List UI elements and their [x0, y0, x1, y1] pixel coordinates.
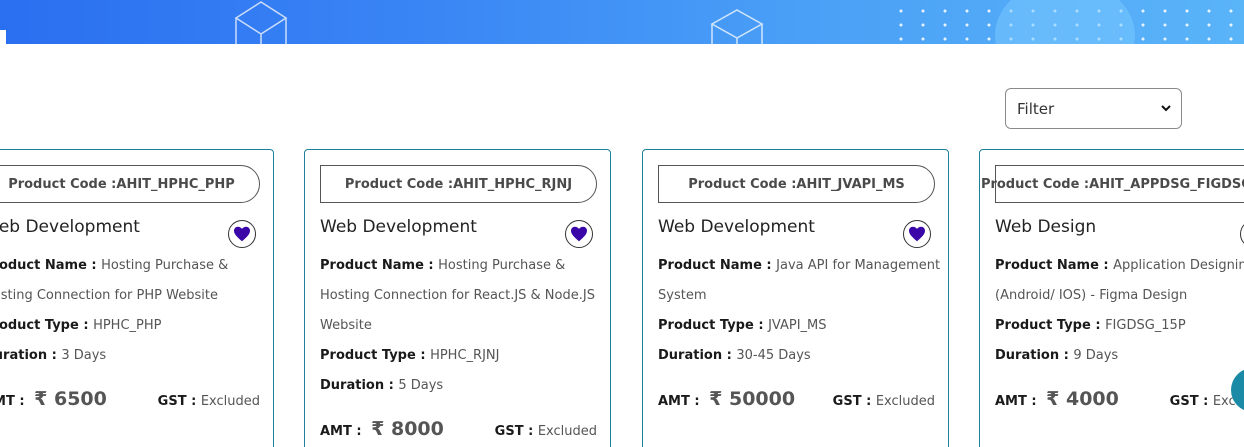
product-code-value: AHIT_JVAPI_MS	[796, 176, 905, 192]
product-type-value: HPHC_PHP	[93, 318, 162, 333]
amount-value: 4000	[1065, 388, 1119, 410]
card-category-title: Web Design	[995, 217, 1097, 237]
product-details: Product Name : Java API for Management S…	[658, 258, 941, 363]
product-card: Product Code : AHIT_JVAPI_MS Web Develop…	[642, 149, 949, 447]
favorite-button[interactable]	[903, 220, 931, 248]
product-code-value: AHIT_APPDSG_FIGDSG_15P	[1089, 176, 1244, 192]
product-code-value: AHIT_HPHC_PHP	[116, 176, 235, 192]
product-details: Product Name : Hosting Purchase & Hostin…	[320, 258, 595, 393]
heart-icon	[234, 226, 250, 242]
product-card: Product Code : AHIT_APPDSG_FIGDSG_15P We…	[979, 149, 1244, 447]
heart-icon	[571, 226, 587, 242]
price-row: AMT : ₹ 6500 GST : Excluded	[0, 388, 260, 410]
product-code-box: Product Code : AHIT_JVAPI_MS	[658, 165, 935, 203]
heart-icon	[909, 226, 925, 242]
product-details: Product Name : Hosting Purchase & Hostin…	[0, 251, 268, 371]
card-category-title: Web Development	[320, 217, 477, 237]
cube-decoration-icon	[710, 9, 764, 44]
amount-value: 6500	[53, 388, 107, 410]
filter-select[interactable]: Filter	[1005, 88, 1182, 129]
product-code-box: Product Code : AHIT_HPHC_RJNJ	[320, 165, 597, 203]
price-row: AMT : ₹ 8000 GST : Excluded	[320, 418, 597, 440]
product-code-box: Product Code : AHIT_APPDSG_FIGDSG_15P	[981, 165, 1244, 203]
favorite-button[interactable]	[228, 220, 256, 248]
product-type-value: JVAPI_MS	[768, 318, 827, 333]
gst-value: Excluded	[537, 424, 597, 439]
duration-value: 30-45 Days	[736, 348, 811, 363]
header-banner	[0, 0, 1244, 44]
gst-value: Excluded	[875, 394, 935, 409]
circle-decoration	[995, 0, 1135, 44]
filter-select-value: Filter	[1017, 99, 1055, 118]
product-card: Product Code : AHIT_HPHC_PHP Web Develop…	[0, 149, 274, 447]
amount-value: 50000	[728, 388, 796, 410]
cube-decoration-icon	[234, 1, 288, 44]
product-card: Product Code : AHIT_HPHC_RJNJ Web Develo…	[304, 149, 611, 447]
product-type-value: FIGDSG_15P	[1105, 318, 1186, 333]
duration-value: 5 Days	[398, 378, 444, 393]
amount-value: 8000	[390, 418, 444, 440]
duration-value: 3 Days	[61, 348, 107, 363]
card-category-title: Web Development	[658, 217, 815, 237]
product-code-value: AHIT_HPHC_RJNJ	[453, 176, 573, 192]
product-code-box: Product Code : AHIT_HPHC_PHP	[0, 165, 260, 203]
duration-value: 9 Days	[1073, 348, 1119, 363]
price-row: AMT : ₹ 50000 GST : Excluded	[658, 388, 935, 410]
favorite-button[interactable]	[1240, 220, 1244, 248]
product-details: Product Name : Application Designing (An…	[995, 251, 1244, 371]
chevron-down-icon	[1161, 105, 1171, 112]
card-category-title: Web Development	[0, 217, 140, 237]
favorite-button[interactable]	[565, 220, 593, 248]
price-row: AMT : ₹ 4000 GST : Excluded	[995, 388, 1244, 410]
product-type-value: HPHC_RJNJ	[430, 348, 500, 363]
gst-value: Excluded	[200, 394, 260, 409]
